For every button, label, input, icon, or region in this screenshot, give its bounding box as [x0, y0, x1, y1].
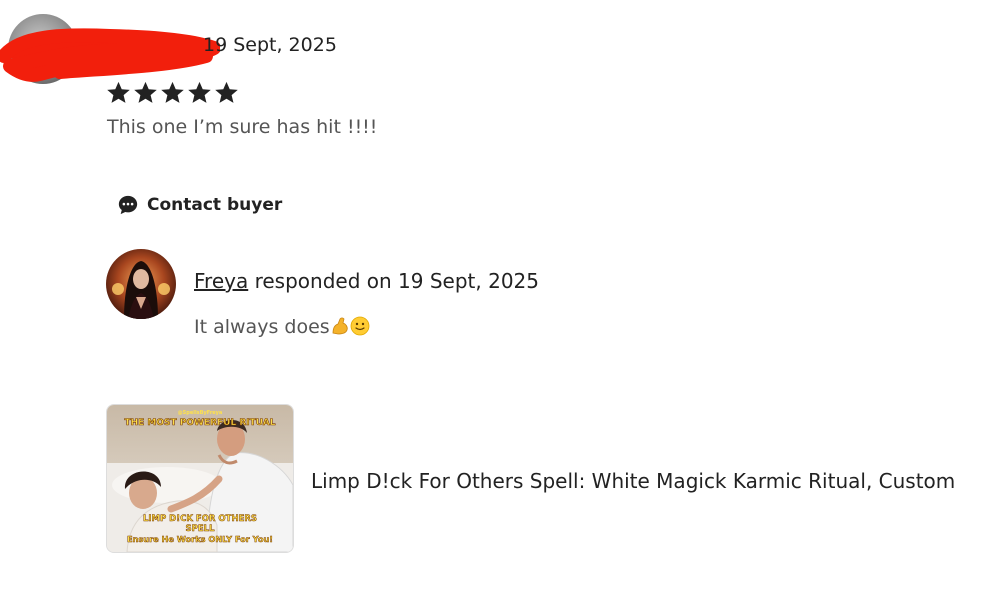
listing-thumbnail[interactable]: @SpellsByFreya THE MOST POWERFUL RITUAL …: [106, 404, 294, 553]
star-icon: [134, 81, 157, 103]
seller-response-text: It always does: [194, 316, 330, 338]
chat-bubble-icon: [118, 195, 138, 215]
seller-name-link[interactable]: Freya: [194, 269, 248, 293]
star-icon: [107, 81, 130, 103]
star-icon: [215, 81, 238, 103]
star-rating: [106, 80, 239, 105]
listing-thumbnail-image: @SpellsByFreya THE MOST POWERFUL RITUAL …: [107, 405, 293, 552]
star-icon: [188, 81, 211, 103]
redaction-scribble: [0, 28, 220, 82]
response-header: Freya responded on 19 Sept, 2025: [194, 269, 539, 293]
thumb-caption-line-3: Ensure He Works ONLY For You!: [127, 534, 273, 544]
flexed-biceps-icon: [332, 317, 348, 335]
thumb-top-caption: THE MOST POWERFUL RITUAL: [124, 418, 275, 428]
contact-buyer-button[interactable]: Contact buyer: [117, 194, 282, 216]
thumb-caption-line-2: SPELL: [186, 524, 216, 534]
listing-title-link[interactable]: Limp D!ck For Others Spell: White Magick…: [311, 469, 955, 493]
contact-buyer-label: Contact buyer: [147, 195, 283, 215]
review-text: This one I’m sure has hit !!!!: [107, 116, 378, 138]
seller-response: It always does: [194, 316, 370, 338]
svg-text:@SpellsByFreya: @SpellsByFreya: [178, 410, 223, 416]
smiley-icon: [350, 316, 370, 336]
review-date: 19 Sept, 2025: [203, 34, 337, 56]
seller-avatar[interactable]: [106, 249, 176, 319]
star-icon: [161, 81, 184, 103]
review-card: 19 Sept, 2025 This one I’m sure has hit …: [0, 0, 1000, 599]
thumb-caption-line-1: LIMP D!CK FOR OTHERS: [143, 514, 257, 524]
seller-avatar-image: [106, 249, 176, 319]
responded-date-text: responded on 19 Sept, 2025: [248, 269, 539, 293]
